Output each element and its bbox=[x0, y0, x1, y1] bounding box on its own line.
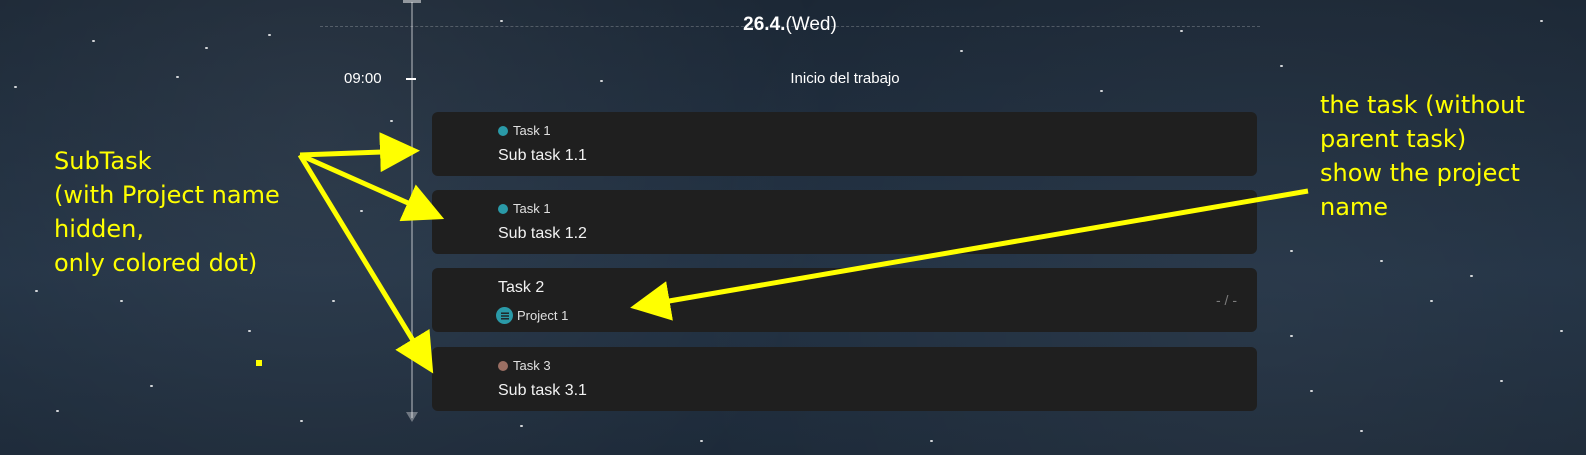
annotation-arrows bbox=[297, 132, 1309, 374]
arrow-to-subtask-3-1 bbox=[297, 153, 434, 374]
arrow-to-subtask-1-1 bbox=[299, 132, 420, 173]
arrow-to-project-label bbox=[630, 188, 1309, 321]
